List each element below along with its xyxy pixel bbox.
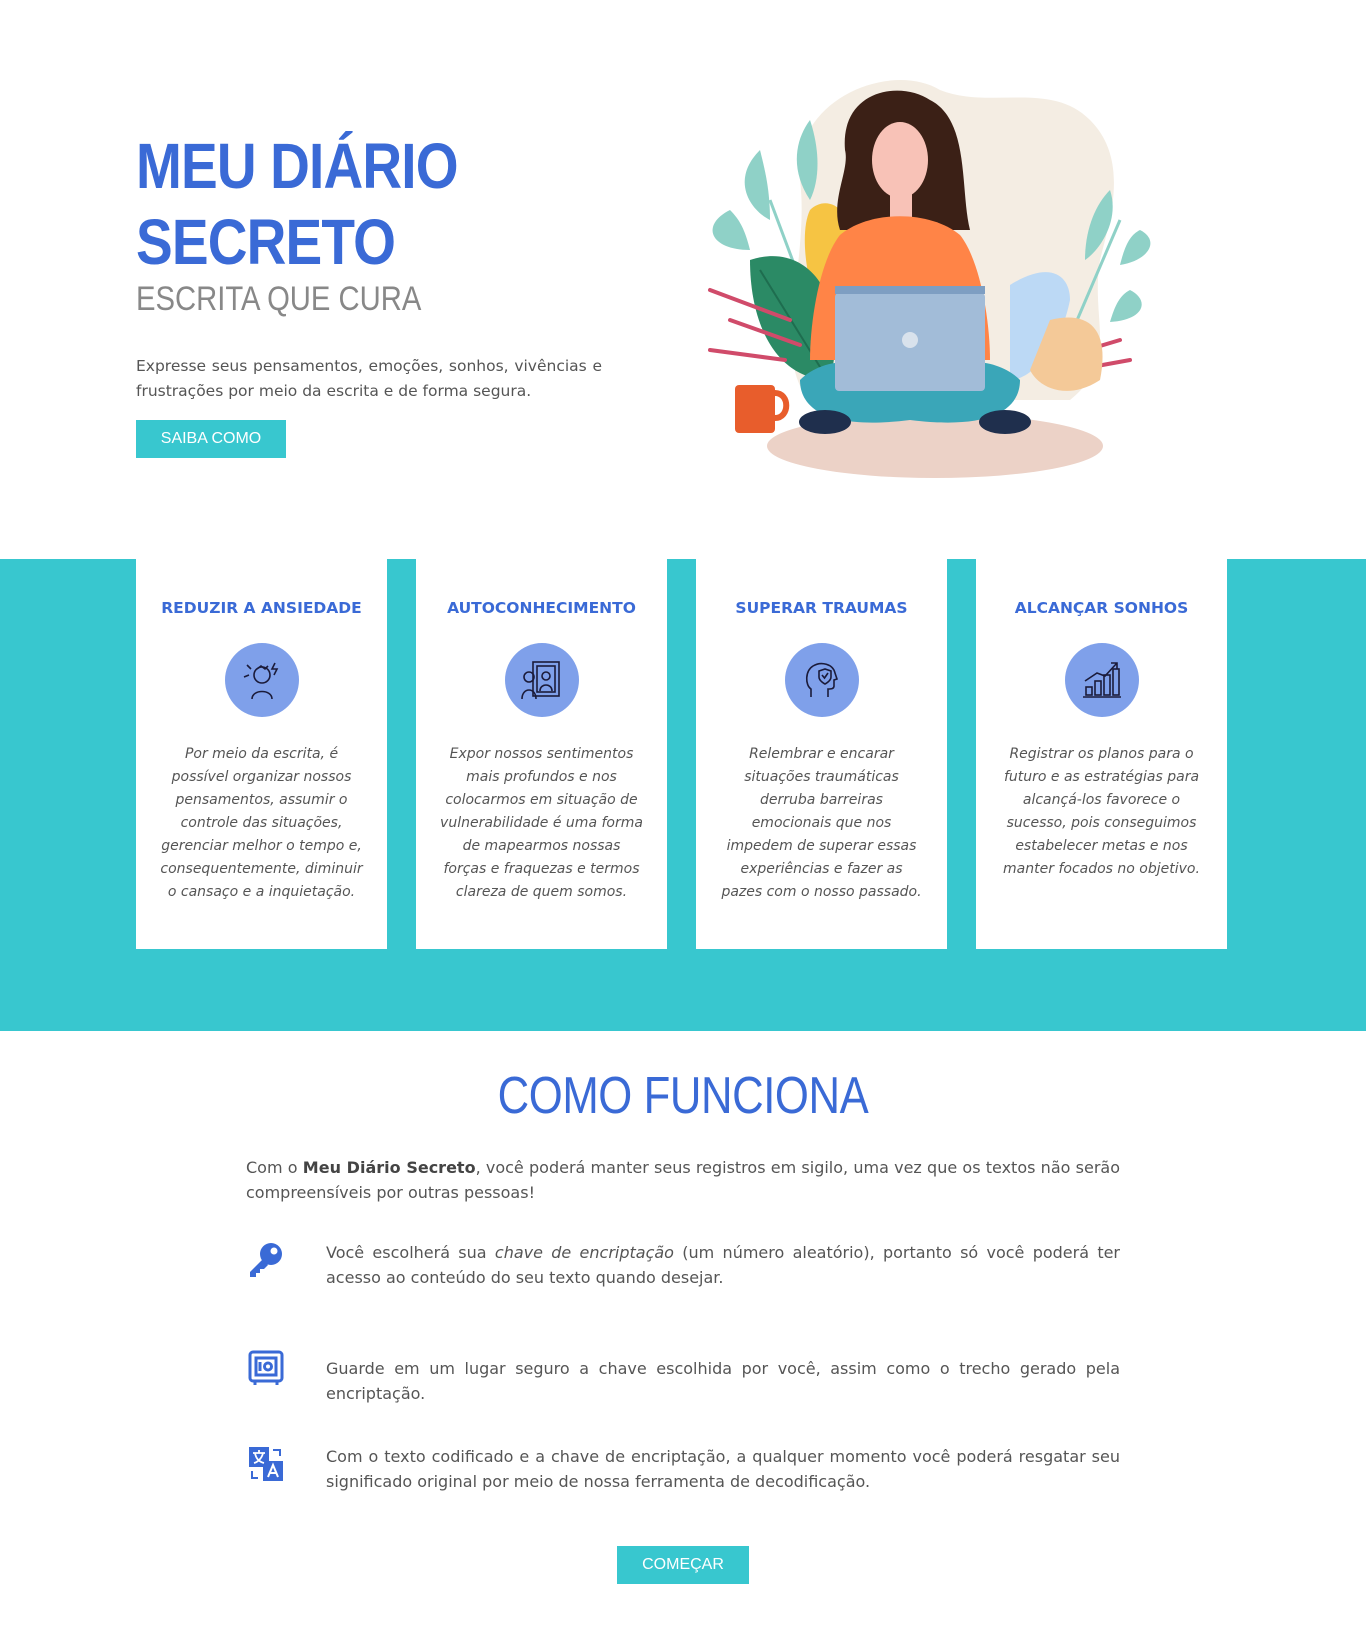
hero-description: Expresse seus pensamentos, emoções, sonh…	[136, 357, 602, 400]
translate-icon	[246, 1444, 286, 1484]
feature-card-self-knowledge: AUTOCONHECIMENTO Expor nossos sentimento…	[416, 559, 667, 949]
feature-title: ALCANÇAR SONHOS	[1014, 599, 1189, 617]
feature-card-achieve-dreams: ALCANÇAR SONHOS Registrar os planos para…	[976, 559, 1227, 949]
learn-how-button[interactable]: SAIBA COMO	[136, 420, 286, 458]
feature-text: Expor nossos sentimentos mais profundos …	[440, 746, 643, 900]
start-button[interactable]: COMEÇAR	[617, 1546, 749, 1584]
title-line-1: MEU DIÁRIO	[136, 130, 459, 202]
step-text: Guarde em um lugar seguro a chave escolh…	[326, 1359, 1120, 1403]
step-text: Você escolherá sua chave de encriptação …	[326, 1240, 1120, 1290]
intro-brand: Meu Diário Secreto	[302, 1158, 476, 1177]
step-text: Com o texto codificado e a chave de encr…	[326, 1447, 1120, 1491]
feature-text: Registrar os planos para o futuro e as e…	[1003, 746, 1200, 877]
how-it-works-title: COMO FUNCIONA	[497, 1067, 869, 1125]
stressed-person-icon	[224, 643, 299, 717]
step-store-key: Guarde em um lugar seguro a chave escolh…	[246, 1348, 1120, 1406]
feature-text: Por meio da escrita, é possível organiza…	[160, 746, 363, 900]
step-choose-key: Você escolherá sua chave de encriptação …	[246, 1240, 1120, 1290]
feature-title: REDUZIR A ANSIEDADE	[161, 599, 362, 617]
feature-text: Relembrar e encarar situações traumática…	[721, 746, 922, 900]
hero-section: MEU DIÁRIO SECRETO ESCRITA QUE CURA Expr…	[0, 0, 1366, 560]
growth-chart-icon	[1064, 643, 1139, 717]
title-line-2: SECRETO	[136, 206, 396, 278]
step-decode: Com o texto codificado e a chave de encr…	[246, 1444, 1120, 1494]
how-it-works-intro: Com o Meu Diário Secreto, você poderá ma…	[246, 1155, 1120, 1205]
feature-title: AUTOCONHECIMENTO	[447, 599, 636, 617]
mirror-reflection-icon	[504, 643, 579, 717]
head-heart-shield-icon	[784, 643, 859, 717]
step-text-italic: chave de encriptação	[494, 1243, 674, 1262]
feature-card-anxiety: REDUZIR A ANSIEDADE Por meio da escrita,…	[136, 559, 387, 949]
feature-title: SUPERAR TRAUMAS	[735, 599, 908, 617]
woman-laptop-illustration	[708, 80, 1151, 478]
key-icon	[246, 1240, 286, 1280]
step-text-before: Você escolherá sua	[326, 1243, 495, 1262]
safe-icon	[246, 1348, 286, 1388]
hero-subtitle: ESCRITA QUE CURA	[136, 280, 422, 318]
feature-card-overcome-trauma: SUPERAR TRAUMAS Relembrar e encarar situ…	[696, 559, 947, 949]
page-title: MEU DIÁRIO SECRETO	[136, 128, 480, 280]
intro-prefix: Com o	[246, 1158, 303, 1177]
